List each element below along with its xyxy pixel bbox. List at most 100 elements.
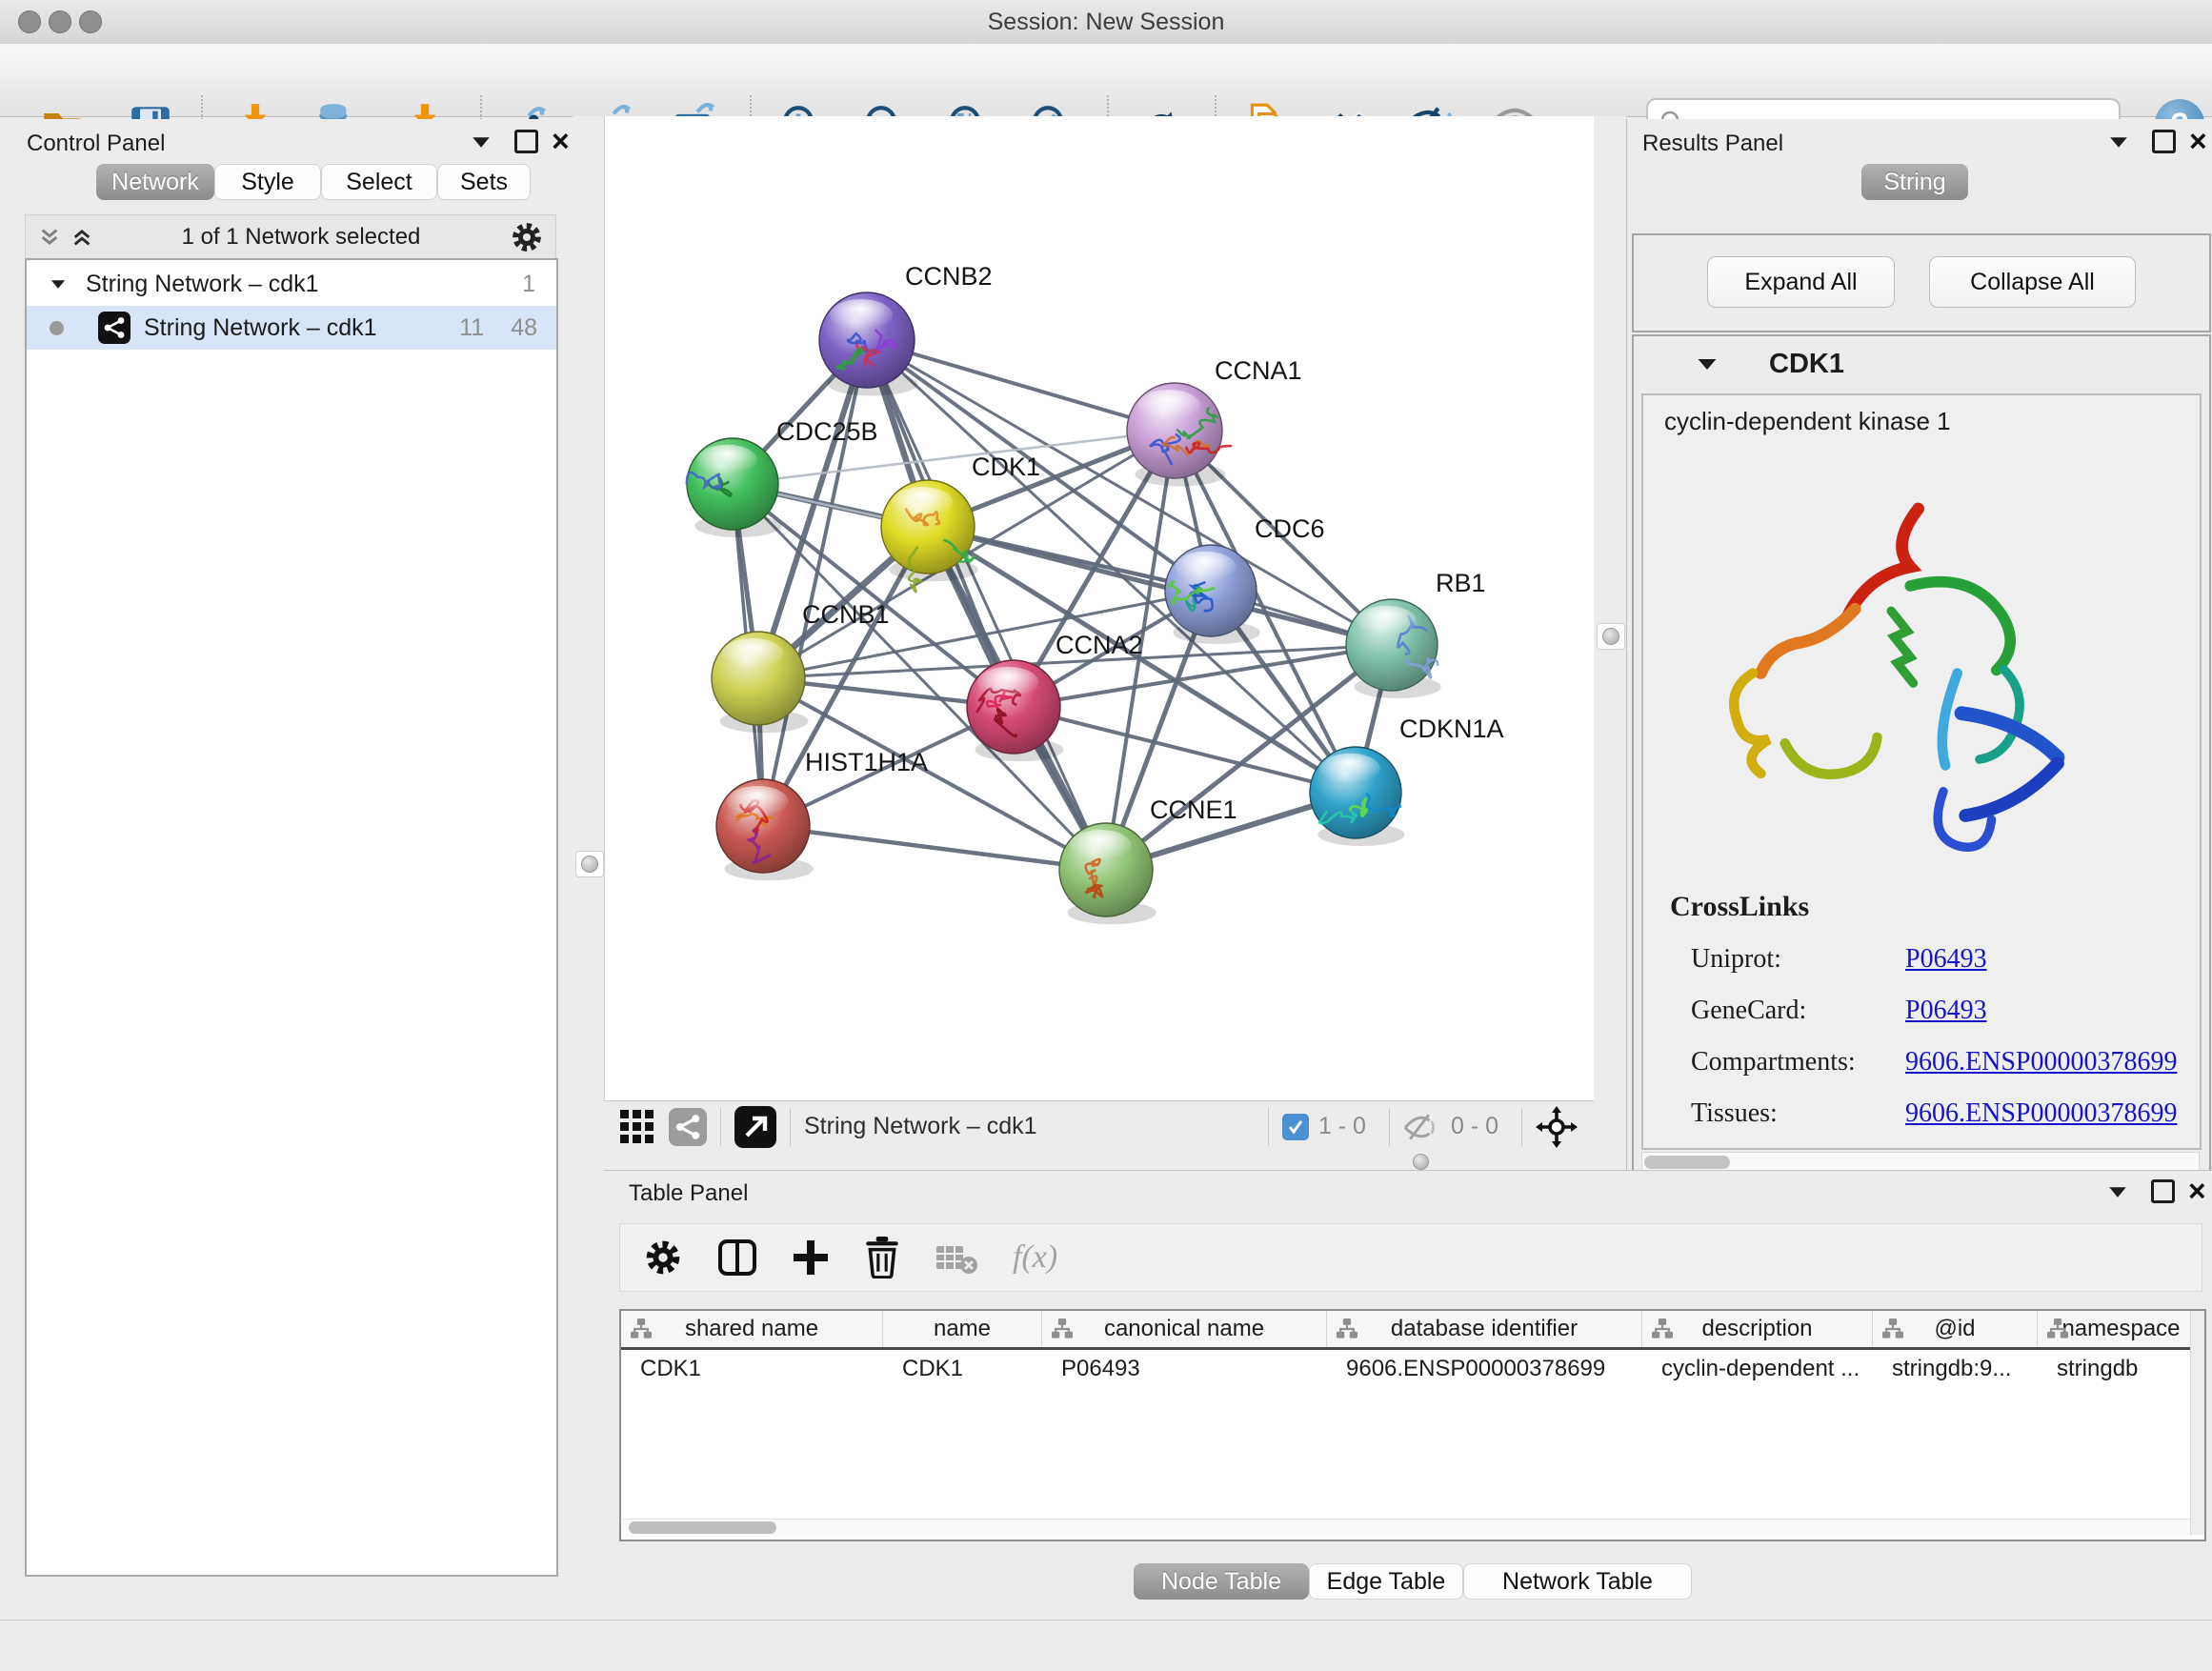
close-panel-icon[interactable]: × xyxy=(2189,131,2207,151)
main-toolbar: ? xyxy=(0,44,2212,117)
column-tree-icon xyxy=(1882,1319,1903,1339)
scrollbar-thumb[interactable] xyxy=(629,1521,776,1534)
left-splitter[interactable] xyxy=(573,116,604,1620)
network-node-CCNA1[interactable]: CCNA1 xyxy=(1127,356,1302,487)
control-panel: Control Panel × Network Style Select Set… xyxy=(7,119,573,1581)
control-panel-title: Control Panel xyxy=(27,131,165,157)
network-collection-row[interactable]: String Network – cdk1 1 xyxy=(27,262,556,306)
fit-selected-crosshair-icon[interactable] xyxy=(1536,1106,1578,1148)
network-selection-status: 1 of 1 Network selected xyxy=(92,224,510,251)
close-panel-icon[interactable]: × xyxy=(552,131,570,151)
separator xyxy=(1521,1108,1522,1146)
network-node-label: CCNA2 xyxy=(1056,631,1143,659)
tab-string[interactable]: String xyxy=(1861,164,1968,200)
table-row[interactable]: CDK1 CDK1 P06493 9606.ENSP00000378699 cy… xyxy=(621,1350,2204,1388)
right-splitter[interactable] xyxy=(1594,116,1626,1151)
network-status-dot xyxy=(50,321,64,335)
column-header[interactable]: @id xyxy=(1873,1311,2038,1347)
window-status-bar: Memory xyxy=(0,1620,2212,1671)
selected-checkbox-icon[interactable] xyxy=(1282,1114,1309,1140)
column-header[interactable]: name xyxy=(883,1311,1042,1347)
column-header[interactable]: canonical name xyxy=(1042,1311,1327,1347)
tab-edge-table[interactable]: Edge Table xyxy=(1309,1563,1463,1600)
crosslink-uniprot[interactable]: P06493 xyxy=(1905,944,1987,974)
protein-header-row[interactable]: CDK1 xyxy=(1634,336,2209,392)
add-column-plus-icon[interactable] xyxy=(792,1238,830,1277)
table-toolbar: f(x) xyxy=(619,1223,2202,1292)
scrollbar-thumb[interactable] xyxy=(1644,1156,1730,1169)
splitter-handle[interactable] xyxy=(1597,623,1625,650)
table-hscrollbar[interactable] xyxy=(623,1519,2191,1537)
splitter-handle[interactable] xyxy=(1413,1154,1429,1170)
column-header[interactable]: description xyxy=(1642,1311,1873,1347)
protein-structure-image xyxy=(1696,491,2115,872)
float-panel-icon[interactable] xyxy=(514,130,538,153)
delete-table-icon-disabled xyxy=(935,1240,978,1275)
crosslink-genecard[interactable]: P06493 xyxy=(1905,996,1987,1025)
show-columns-icon[interactable] xyxy=(717,1238,757,1278)
column-header[interactable]: shared name xyxy=(621,1311,883,1347)
network-node-CCNE1[interactable]: CCNE1 xyxy=(1059,795,1237,924)
network-node-RB1[interactable]: RB1 xyxy=(1346,569,1486,698)
separator xyxy=(720,1108,721,1146)
network-node-label: CCNE1 xyxy=(1150,795,1237,824)
network-graph[interactable]: CCNB2CCNA1CDC25BCDK1CDC6RB1CCNB1CCNA2CDK… xyxy=(605,116,1594,1100)
crosslink-compartments[interactable]: 9606.ENSP00000378699 xyxy=(1905,1047,2177,1077)
separator xyxy=(790,1108,791,1146)
expand-all-icon[interactable] xyxy=(71,228,92,247)
network-node-CDK1[interactable]: CDK1 xyxy=(881,453,1040,592)
protein-content: cyclin-dependent kinase 1 xyxy=(1641,393,2202,1150)
network-view-icon[interactable] xyxy=(669,1108,707,1146)
splitter-handle[interactable] xyxy=(575,851,604,877)
tab-node-table[interactable]: Node Table xyxy=(1134,1563,1309,1600)
panel-menu-icon[interactable] xyxy=(473,137,490,147)
title-bar: Session: New Session xyxy=(0,0,2212,45)
gear-icon[interactable] xyxy=(510,220,544,254)
column-tree-icon xyxy=(1052,1319,1073,1339)
collapse-icon[interactable] xyxy=(1699,358,1717,369)
protein-name: CDK1 xyxy=(1769,349,1844,380)
edge-count: 48 xyxy=(511,314,537,342)
tab-style[interactable]: Style xyxy=(214,164,321,200)
column-header[interactable]: database identifier xyxy=(1327,1311,1642,1347)
column-header[interactable]: namespace xyxy=(2038,1311,2204,1347)
network-node-CCNB1[interactable]: CCNB1 xyxy=(712,600,890,733)
collapse-all-icon[interactable] xyxy=(39,228,60,247)
crosslink-row: GeneCard:P06493 xyxy=(1691,985,2177,1037)
panel-menu-icon[interactable] xyxy=(2109,1187,2126,1197)
birdseye-icon[interactable] xyxy=(734,1106,776,1148)
grid-view-icon[interactable] xyxy=(619,1109,655,1145)
network-canvas[interactable]: CCNB2CCNA1CDC25BCDK1CDC6RB1CCNB1CCNA2CDK… xyxy=(604,116,1595,1100)
table-settings-gear-icon[interactable] xyxy=(643,1238,683,1278)
column-tree-icon xyxy=(1337,1319,1357,1339)
tab-sets[interactable]: Sets xyxy=(437,164,531,200)
float-panel-icon[interactable] xyxy=(2151,1179,2175,1203)
hidden-nodes-edges-count: 0 - 0 xyxy=(1451,1113,1498,1140)
expand-all-button[interactable]: Expand All xyxy=(1707,256,1895,308)
protein-details-box: CDK1 cyclin-dependent kinase 1 xyxy=(1632,334,2211,1186)
tab-select[interactable]: Select xyxy=(321,164,437,200)
network-row[interactable]: String Network – cdk1 11 48 xyxy=(27,306,556,350)
panel-menu-icon[interactable] xyxy=(2110,137,2127,147)
network-node-label: CDK1 xyxy=(972,453,1040,481)
network-node-CDC6[interactable]: CDC6 xyxy=(1165,514,1325,644)
table-panel-title: Table Panel xyxy=(629,1180,748,1207)
collapse-icon[interactable] xyxy=(51,280,65,288)
string-network-icon xyxy=(98,312,131,344)
network-node-HIST1H1A[interactable]: HIST1H1A xyxy=(716,748,928,880)
network-node-CDKN1A[interactable]: CDKN1A xyxy=(1310,715,1504,846)
tab-network[interactable]: Network xyxy=(96,164,214,200)
float-panel-icon[interactable] xyxy=(2152,130,2176,153)
collapse-all-button[interactable]: Collapse All xyxy=(1929,256,2136,308)
table-vscrollbar[interactable] xyxy=(2190,1311,2204,1535)
crosslink-tissues[interactable]: 9606.ENSP00000378699 xyxy=(1905,1098,2177,1128)
table-panel: Table Panel × f(x) shared name name cano… xyxy=(604,1170,2212,1621)
results-buttons-box: Expand All Collapse All xyxy=(1632,233,2211,332)
separator xyxy=(1268,1108,1269,1146)
delete-column-trash-icon[interactable] xyxy=(864,1237,900,1278)
column-tree-icon xyxy=(1652,1319,1673,1339)
tab-network-table[interactable]: Network Table xyxy=(1463,1563,1692,1600)
crosslinks-heading: CrossLinks xyxy=(1670,891,1809,923)
crosslink-row: Tissues:9606.ENSP00000378699 xyxy=(1691,1088,2177,1139)
close-panel-icon[interactable]: × xyxy=(2188,1181,2206,1200)
